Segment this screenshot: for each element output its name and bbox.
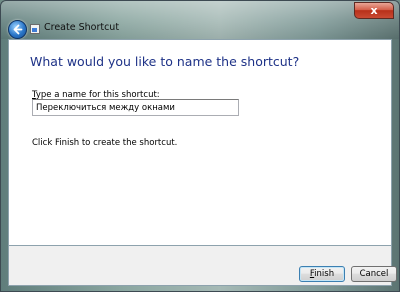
title-bar[interactable]: Create Shortcut x — [1, 1, 399, 39]
shortcut-name-input[interactable] — [32, 99, 239, 116]
shortcut-icon — [30, 24, 40, 34]
create-shortcut-window: Create Shortcut x What would you like to… — [0, 0, 400, 292]
wizard-content: What would you like to name the shortcut… — [8, 39, 392, 246]
back-button[interactable] — [8, 20, 27, 39]
finish-button[interactable]: Finish — [299, 266, 345, 282]
finish-label: inish — [314, 269, 335, 279]
close-button[interactable]: x — [354, 2, 394, 19]
cancel-button[interactable]: Cancel — [351, 266, 397, 282]
back-arrow-icon — [13, 24, 23, 35]
button-bar: Finish Cancel — [8, 246, 397, 286]
window-title: Create Shortcut — [44, 22, 120, 33]
page-heading: What would you like to name the shortcut… — [30, 54, 300, 69]
close-icon: x — [370, 4, 378, 17]
finish-hint: Click Finish to create the shortcut. — [32, 138, 178, 148]
